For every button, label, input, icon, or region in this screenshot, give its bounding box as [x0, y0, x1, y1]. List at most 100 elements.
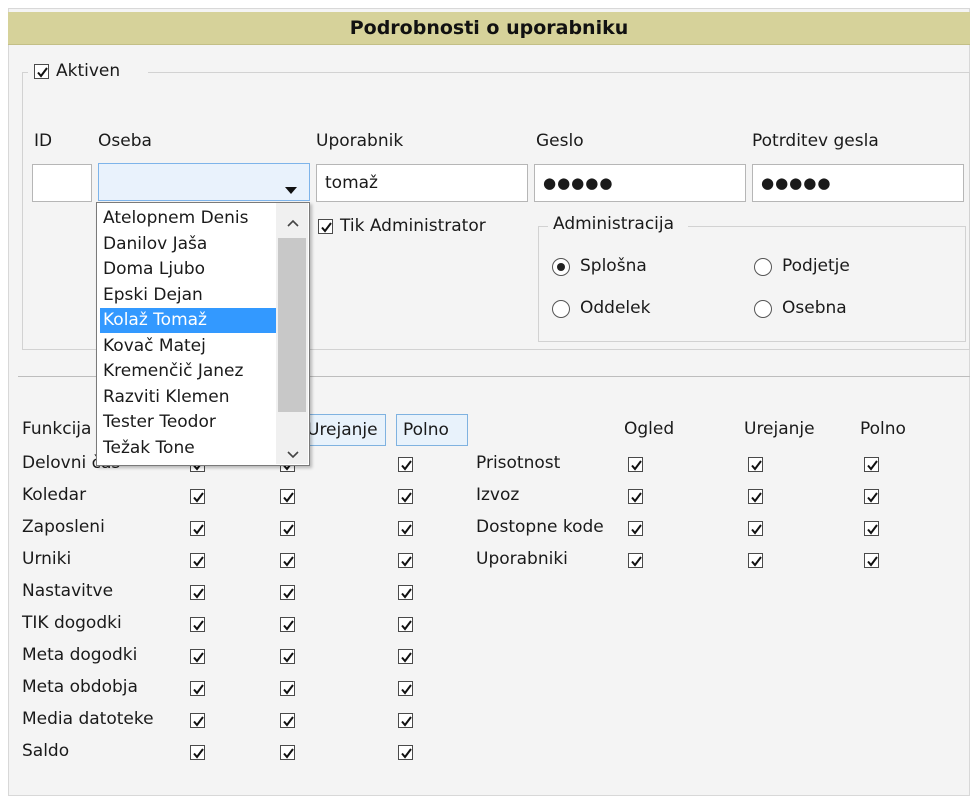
- urejanje-checkbox[interactable]: [280, 617, 295, 632]
- dropdown-scrollbar-thumb[interactable]: [278, 238, 306, 412]
- polno-header: Polno: [860, 419, 906, 439]
- polno-checkbox[interactable]: [864, 489, 879, 504]
- urejanje-checkbox[interactable]: [748, 457, 763, 472]
- polno-checkbox[interactable]: [398, 489, 413, 504]
- ogled-checkbox[interactable]: [190, 585, 205, 600]
- polno-checkbox[interactable]: [864, 553, 879, 568]
- dropdown-option[interactable]: Tester Teodor: [100, 410, 276, 435]
- permission-row-label: Zaposleni: [22, 517, 105, 537]
- ogled-checkbox[interactable]: [190, 521, 205, 536]
- ogled-checkbox[interactable]: [190, 617, 205, 632]
- urejanje-header: Urejanje: [744, 419, 815, 439]
- polno-checkbox[interactable]: [398, 457, 413, 472]
- permission-row-label: Meta obdobja: [22, 677, 138, 697]
- radio-oddelek[interactable]: [552, 300, 570, 318]
- polno-checkbox[interactable]: [398, 713, 413, 728]
- uporabnik-field[interactable]: tomaž: [316, 164, 528, 202]
- active-checkbox[interactable]: [34, 64, 49, 79]
- polno-checkbox[interactable]: [398, 681, 413, 696]
- ogled-header: Ogled: [624, 419, 675, 439]
- ogled-checkbox[interactable]: [628, 521, 643, 536]
- radio-podjetje[interactable]: [754, 258, 772, 276]
- urejanje-checkbox[interactable]: [280, 585, 295, 600]
- ogled-checkbox[interactable]: [190, 745, 205, 760]
- permission-row-label: Izvoz: [476, 485, 520, 505]
- administracija-title: Administracija: [553, 214, 675, 234]
- page-title: Podrobnosti o uporabniku: [349, 17, 629, 39]
- radio-osebna[interactable]: [754, 300, 772, 318]
- dropdown-option[interactable]: Kolaž Tomaž: [100, 308, 276, 333]
- permission-row-label: Koledar: [22, 485, 87, 505]
- potrditev-gesla-field[interactable]: ●●●●●: [752, 164, 964, 202]
- oseba-label: Oseba: [98, 131, 152, 151]
- urejanje-checkbox[interactable]: [280, 713, 295, 728]
- dropdown-option[interactable]: Epski Dejan: [100, 283, 276, 308]
- polno-checkbox[interactable]: [398, 649, 413, 664]
- ogled-checkbox[interactable]: [190, 649, 205, 664]
- scroll-down-icon[interactable]: [287, 444, 299, 464]
- polno-checkbox[interactable]: [864, 521, 879, 536]
- polno-checkbox[interactable]: [864, 457, 879, 472]
- tik-administrator-label: Tik Administrator: [340, 216, 486, 236]
- ogled-checkbox[interactable]: [190, 489, 205, 504]
- urejanje-checkbox[interactable]: [748, 521, 763, 536]
- dropdown-option[interactable]: Doma Ljubo: [100, 257, 276, 282]
- urejanje-checkbox[interactable]: [280, 489, 295, 504]
- dropdown-option[interactable]: Razviti Klemen: [100, 385, 276, 410]
- polno-checkbox[interactable]: [398, 553, 413, 568]
- polno-checkbox[interactable]: [398, 745, 413, 760]
- dropdown-option[interactable]: Težak Tone: [100, 436, 276, 461]
- urejanje-checkbox[interactable]: [748, 553, 763, 568]
- scroll-up-icon[interactable]: [287, 212, 299, 232]
- polno-checkbox[interactable]: [398, 521, 413, 536]
- uporabnik-label: Uporabnik: [316, 131, 404, 151]
- potrditev-gesla-label: Potrditev gesla: [752, 131, 879, 151]
- dropdown-option[interactable]: Atelopnem Denis: [100, 206, 276, 231]
- polno-checkbox[interactable]: [398, 617, 413, 632]
- administracija-groupbox: [538, 226, 966, 342]
- urejanje-column-button[interactable]: Urejanje: [300, 414, 386, 446]
- radio-podjetje-label: Podjetje: [782, 256, 850, 276]
- geslo-field[interactable]: ●●●●●: [534, 164, 746, 202]
- urejanje-checkbox[interactable]: [280, 521, 295, 536]
- panel-header: Podrobnosti o uporabniku: [8, 12, 970, 45]
- ogled-checkbox[interactable]: [190, 681, 205, 696]
- polno-checkbox[interactable]: [398, 585, 413, 600]
- ogled-checkbox[interactable]: [628, 457, 643, 472]
- active-label: Aktiven: [56, 61, 121, 81]
- permission-row-label: Meta dogodki: [22, 645, 138, 665]
- ogled-checkbox[interactable]: [628, 553, 643, 568]
- dropdown-option[interactable]: Kremenčič Janez: [100, 359, 276, 384]
- radio-dot: [557, 263, 565, 271]
- permission-row-label: Media datoteke: [22, 709, 154, 729]
- permission-row-label: Urniki: [22, 549, 72, 569]
- polno-column-button[interactable]: Polno: [396, 414, 468, 446]
- tik-administrator-checkbox[interactable]: [318, 219, 333, 234]
- urejanje-checkbox[interactable]: [280, 681, 295, 696]
- urejanje-checkbox[interactable]: [280, 745, 295, 760]
- permission-row-label: Prisotnost: [476, 453, 561, 473]
- oseba-combobox[interactable]: [98, 163, 310, 201]
- ogled-checkbox[interactable]: [190, 553, 205, 568]
- radio-oddelek-label: Oddelek: [580, 298, 651, 318]
- funkcija-header: Funkcija: [22, 419, 92, 439]
- radio-splosna-label: Splošna: [580, 256, 647, 276]
- permission-row-label: TIK dogodki: [22, 613, 122, 633]
- permission-row-label: Uporabniki: [476, 549, 568, 569]
- chevron-down-icon: [285, 179, 297, 199]
- dropdown-option[interactable]: Kovač Matej: [100, 334, 276, 359]
- urejanje-checkbox[interactable]: [280, 649, 295, 664]
- id-label: ID: [34, 131, 53, 151]
- permission-row-label: Dostopne kode: [476, 517, 604, 537]
- dropdown-option[interactable]: Danilov Jaša: [100, 232, 276, 257]
- urejanje-checkbox[interactable]: [748, 489, 763, 504]
- permission-row-label: Nastavitve: [22, 581, 114, 601]
- geslo-label: Geslo: [536, 131, 584, 151]
- urejanje-checkbox[interactable]: [280, 553, 295, 568]
- radio-splosna[interactable]: [552, 258, 570, 276]
- ogled-checkbox[interactable]: [628, 489, 643, 504]
- id-field[interactable]: [32, 164, 92, 202]
- radio-osebna-label: Osebna: [782, 298, 847, 318]
- permission-row-label: Saldo: [22, 741, 70, 761]
- ogled-checkbox[interactable]: [190, 713, 205, 728]
